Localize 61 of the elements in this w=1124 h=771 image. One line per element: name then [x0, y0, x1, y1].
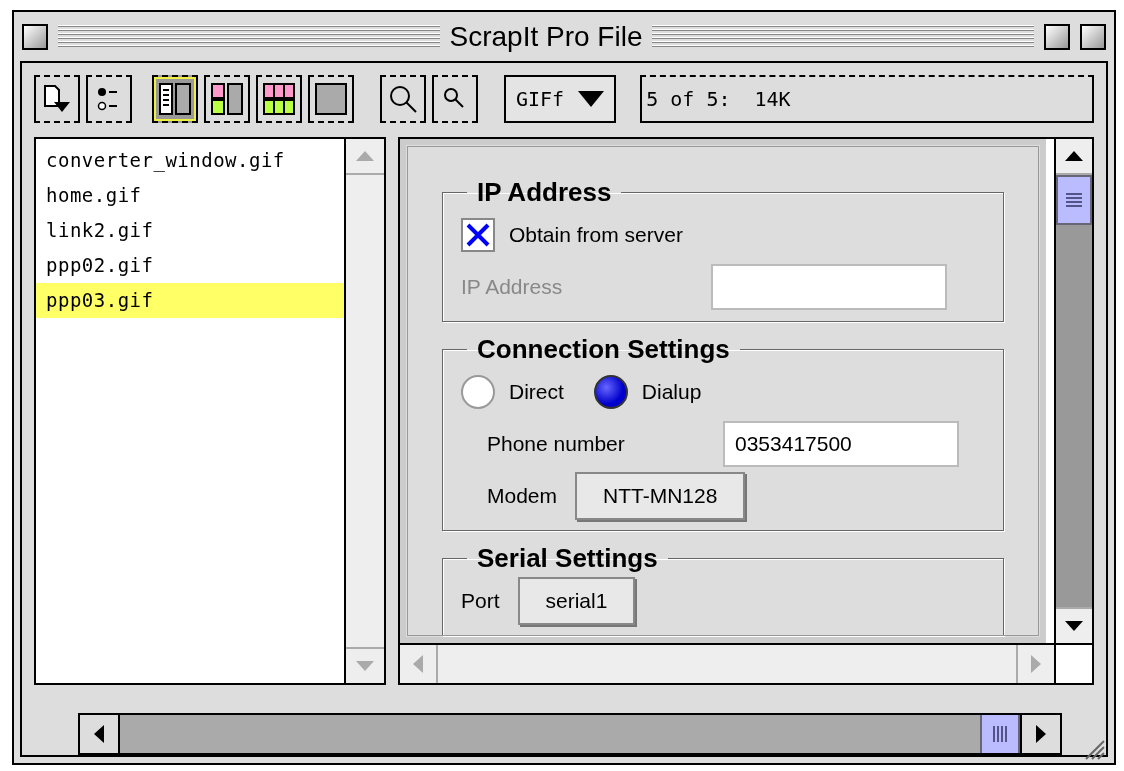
- close-box[interactable]: [22, 23, 48, 50]
- right-arrow-icon: [1036, 725, 1046, 743]
- zoom-out-button[interactable]: [432, 75, 478, 123]
- up-arrow-icon: [1065, 151, 1083, 161]
- down-arrow-icon: [1065, 621, 1083, 631]
- left-arrow-icon: [94, 725, 104, 743]
- grip-icon: [1066, 193, 1082, 207]
- group-title: Serial Settings: [476, 545, 659, 571]
- file-item[interactable]: ppp03.gif: [36, 283, 344, 318]
- left-arrow-icon: [413, 655, 423, 673]
- status-field: 5 of 5: 14K: [640, 75, 1094, 123]
- down-arrow-icon: [356, 661, 374, 671]
- window-title: ScrapIt Pro File: [449, 19, 643, 54]
- up-arrow-icon: [356, 151, 374, 161]
- cross-icon: [466, 223, 490, 247]
- checkbox[interactable]: [461, 218, 495, 252]
- file-item[interactable]: link2.gif: [36, 213, 344, 248]
- caret-icon: [578, 91, 605, 107]
- full-view-icon: [314, 82, 348, 116]
- radio-label: Dialup: [641, 379, 702, 406]
- file-item[interactable]: converter_window.gif: [36, 143, 344, 178]
- group-title: Connection Settings: [476, 336, 731, 362]
- popup-button[interactable]: serial1: [517, 577, 636, 625]
- view-button[interactable]: [152, 75, 198, 123]
- import-button[interactable]: [34, 75, 80, 123]
- scroll-thumb[interactable]: [1056, 175, 1092, 225]
- file-item[interactable]: ppp02.gif: [36, 248, 344, 283]
- file-item[interactable]: home.gif: [36, 178, 344, 213]
- radio-button[interactable]: [593, 375, 628, 409]
- field-label: IP Address: [461, 274, 564, 301]
- options-button[interactable]: [86, 75, 132, 123]
- view-button[interactable]: [308, 75, 354, 123]
- magnifier-icon: [388, 84, 418, 114]
- radio-button[interactable]: [461, 375, 495, 409]
- grip-icon: [993, 726, 1007, 742]
- field-label: Port: [461, 588, 500, 615]
- scroll-bar[interactable]: [1054, 139, 1092, 643]
- grid-view-icon: [262, 82, 296, 116]
- radio-label: Direct: [509, 379, 564, 406]
- view-button[interactable]: [204, 75, 250, 123]
- popup-button[interactable]: NTT-MN128: [575, 472, 746, 520]
- document-arrow-icon: [42, 84, 72, 114]
- scroll-down-button[interactable]: [1056, 607, 1092, 643]
- view-button[interactable]: [256, 75, 302, 123]
- checkbox-label: Obtain from server: [509, 222, 683, 249]
- input-field[interactable]: 0353417500: [723, 421, 959, 467]
- scroll-left-button[interactable]: [80, 715, 120, 753]
- list-view-icon: [158, 82, 192, 116]
- zoom-in-button[interactable]: [380, 75, 426, 123]
- zoom-box[interactable]: [1044, 23, 1070, 50]
- scroll-bar[interactable]: [78, 713, 1062, 755]
- thumbnail-view-icon: [210, 82, 244, 116]
- format-dropdown[interactable]: GIFf: [504, 75, 617, 123]
- scroll-up-button[interactable]: [1056, 139, 1092, 175]
- right-arrow-icon: [1031, 655, 1041, 673]
- scroll-right-button[interactable]: [1020, 715, 1060, 753]
- group-title: IP Address: [476, 179, 613, 205]
- scroll-thumb[interactable]: [980, 715, 1020, 753]
- field-label: Modem: [487, 483, 558, 510]
- field-label: Phone number: [487, 431, 626, 458]
- collapse-box[interactable]: [1080, 23, 1106, 50]
